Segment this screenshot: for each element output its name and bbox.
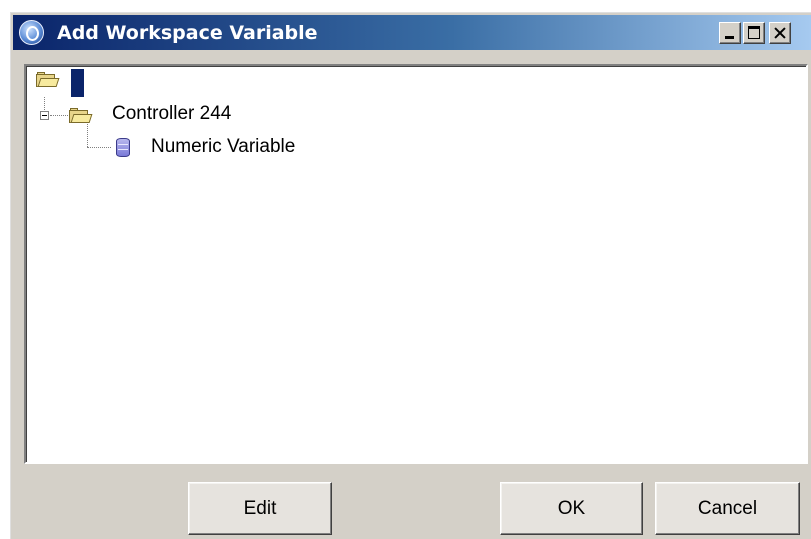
ok-button[interactable]: OK bbox=[500, 482, 643, 535]
window-title: Add Workspace Variable bbox=[57, 22, 318, 44]
collapse-toggle[interactable] bbox=[40, 111, 49, 120]
database-icon bbox=[116, 138, 130, 157]
tree-connector-line bbox=[50, 115, 68, 116]
app-icon[interactable] bbox=[19, 20, 44, 45]
folder-open-icon bbox=[69, 108, 93, 123]
variable-tree[interactable]: Controller 244 Numeric Variable bbox=[24, 64, 808, 464]
cancel-button[interactable]: Cancel bbox=[655, 482, 800, 535]
tree-connector-line bbox=[44, 97, 45, 110]
tree-node-label[interactable]: Controller 244 bbox=[112, 103, 231, 125]
add-workspace-variable-dialog: Add Workspace Variable Controller 244 Nu… bbox=[10, 12, 811, 539]
edit-button[interactable]: Edit bbox=[188, 482, 332, 535]
tree-connector-line bbox=[87, 147, 111, 148]
tree-root-node[interactable] bbox=[26, 66, 96, 98]
title-bar[interactable]: Add Workspace Variable bbox=[13, 15, 811, 50]
folder-open-icon bbox=[36, 72, 60, 87]
close-button[interactable] bbox=[769, 22, 791, 44]
minimize-button[interactable] bbox=[719, 22, 741, 44]
root-selection-highlight[interactable] bbox=[71, 69, 84, 97]
maximize-button[interactable] bbox=[743, 22, 765, 44]
tree-node-label[interactable]: Numeric Variable bbox=[151, 136, 295, 158]
